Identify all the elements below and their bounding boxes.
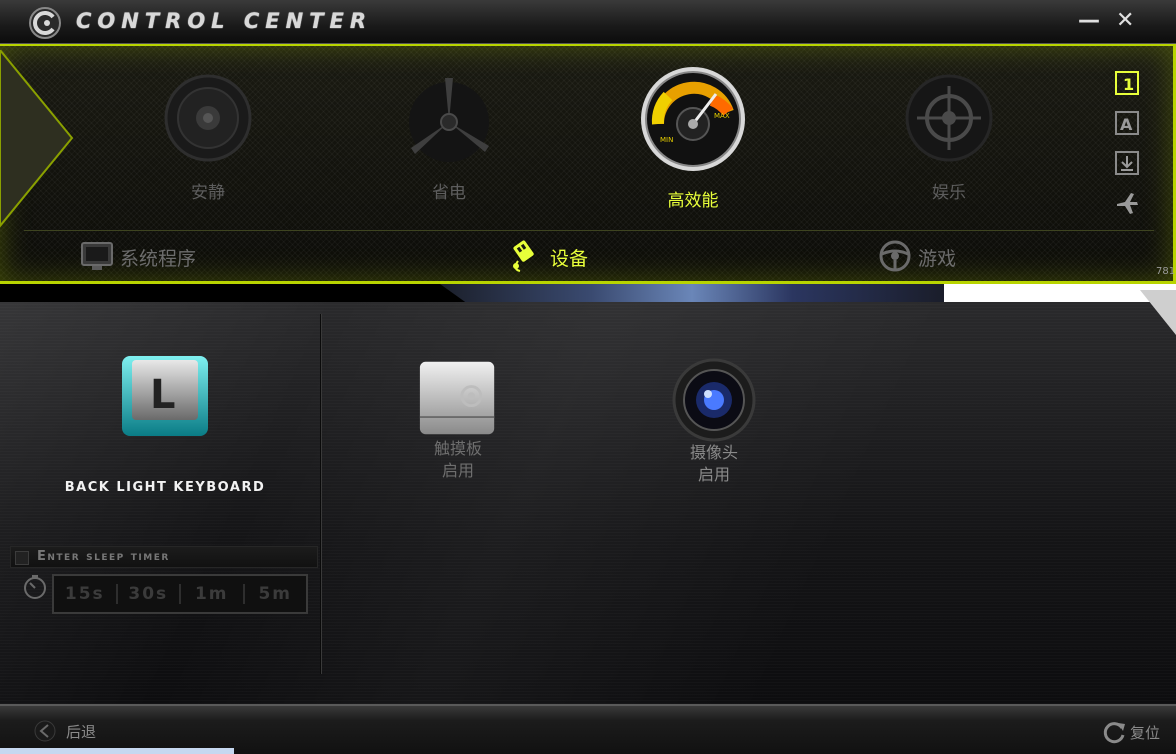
power-mode-panel: 安静 省电 MIN MAX 高效能 娱乐 1 A 系统程序 设备 游戏: [0, 44, 1176, 284]
coord-label-top: 781: [1156, 266, 1176, 277]
download-icon[interactable]: [1114, 150, 1140, 176]
timer-option-15s[interactable]: 15s: [54, 584, 118, 604]
device-touchpad[interactable]: 触摸板 启用: [398, 358, 518, 482]
refresh-icon: [1103, 722, 1125, 744]
touchpad-icon: [419, 361, 495, 435]
monitor-icon: [81, 242, 113, 270]
timer-option-1m[interactable]: 1m: [181, 584, 245, 604]
svg-text:L: L: [150, 372, 176, 418]
taskbar-edge: [0, 748, 234, 754]
profile-1-icon[interactable]: 1: [1114, 70, 1140, 96]
bottom-bar: 后退 复位: [0, 704, 1176, 754]
back-button-label: 后退: [66, 723, 97, 741]
svg-text:1: 1: [1123, 75, 1134, 94]
mode-entertainment-label: 娱乐: [932, 183, 966, 203]
timer-option-30s[interactable]: 30s: [118, 584, 181, 604]
sleep-timer-header: Enter sleep timer: [10, 546, 318, 568]
sleep-timer-title: Enter sleep timer: [37, 549, 170, 564]
speaker-icon: [164, 74, 252, 162]
overlay-white-box: [944, 284, 1176, 302]
svg-text:MAX: MAX: [714, 112, 730, 120]
backlight-keyboard-icon[interactable]: L: [120, 354, 210, 440]
mode-high-performance-label: 高效能: [667, 191, 719, 211]
backlight-keyboard-label: BACK LIGHT KEYBOARD: [64, 480, 266, 495]
crosshair-icon: [905, 74, 993, 162]
font-a-icon[interactable]: A: [1114, 110, 1140, 136]
airplane-mode-icon[interactable]: [1114, 190, 1140, 216]
timer-option-5m[interactable]: 5m: [245, 584, 307, 604]
camera-name: 摄像头: [689, 443, 738, 462]
decorative-galaxy-strip: [440, 284, 944, 302]
camera-status: 启用: [697, 465, 730, 484]
tab-games-label: 游戏: [918, 248, 957, 270]
panel-arrow-icon: [0, 50, 74, 228]
mode-power-save[interactable]: 省电: [384, 70, 514, 203]
svg-text:MIN: MIN: [660, 136, 673, 144]
svg-text:A: A: [1120, 115, 1133, 134]
sleep-timer-options: 15s 30s 1m 5m: [52, 574, 308, 614]
close-button[interactable]: ✕: [1116, 8, 1134, 34]
fan-icon: [409, 78, 489, 162]
touchpad-status: 启用: [441, 461, 474, 480]
main-content: L BACK LIGHT KEYBOARD Enter sleep timer …: [0, 302, 1176, 704]
camera-icon: [672, 358, 756, 442]
steering-wheel-icon: [879, 240, 911, 272]
tab-system-programs-label: 系统程序: [120, 248, 197, 270]
app-logo-icon: [29, 7, 61, 39]
back-arrow-icon: [34, 720, 56, 742]
vertical-separator: [320, 314, 322, 674]
panel-divider: [24, 230, 1154, 231]
stopwatch-icon: [24, 575, 46, 599]
mode-high-performance[interactable]: MIN MAX 高效能: [628, 67, 758, 211]
mode-entertainment[interactable]: 娱乐: [884, 70, 1014, 203]
usb-plug-icon: [513, 240, 534, 272]
mode-quiet[interactable]: 安静: [143, 70, 273, 203]
sleep-timer-checkbox[interactable]: [15, 551, 29, 565]
minimize-button[interactable]: —: [1078, 8, 1100, 34]
speedometer-icon: MIN MAX: [641, 67, 745, 171]
mode-quiet-label: 安静: [191, 183, 225, 203]
app-title: CONTROL CENTER: [76, 9, 373, 33]
title-bar: CONTROL CENTER — ✕: [0, 0, 1176, 44]
touchpad-name: 触摸板: [433, 439, 482, 458]
mode-power-save-label: 省电: [432, 183, 466, 203]
tab-devices-label: 设备: [550, 248, 589, 270]
reset-button-label: 复位: [1130, 724, 1161, 742]
side-icon-bar: 1 A: [1114, 70, 1144, 230]
device-camera[interactable]: 摄像头 启用: [654, 358, 774, 486]
